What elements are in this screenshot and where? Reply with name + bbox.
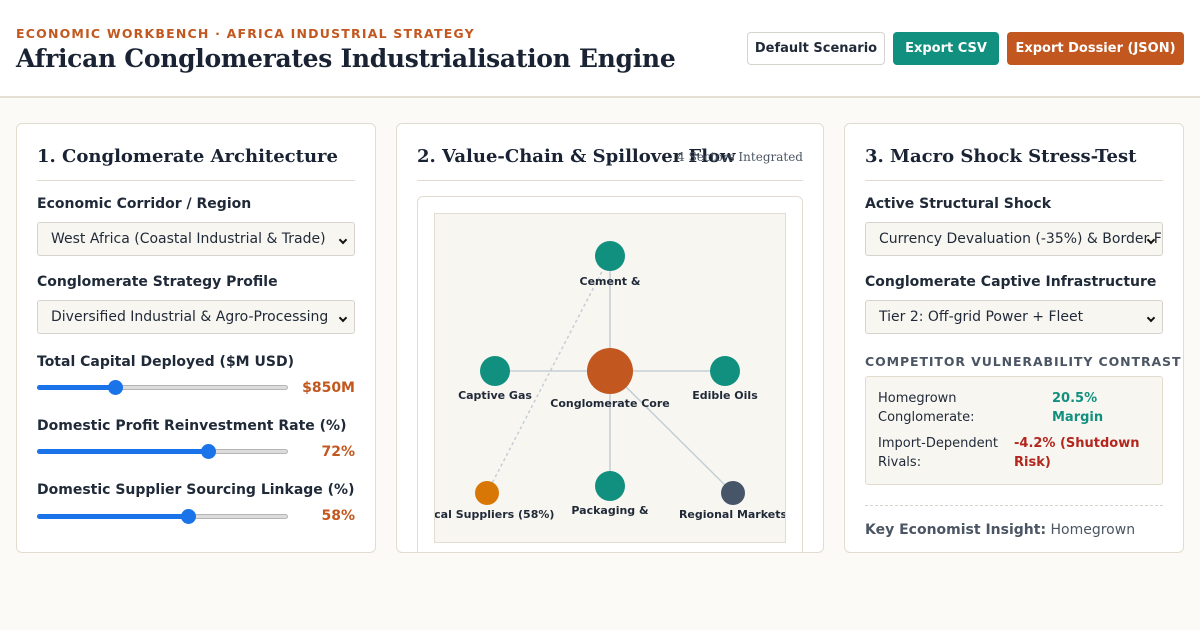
architecture-panel: 1. Conglomerate Architecture Economic Co…: [16, 123, 376, 553]
stress-panel: 3. Macro Shock Stress-Test Active Struct…: [844, 123, 1184, 553]
flow-node-label-core: Conglomerate Core: [550, 397, 670, 410]
chevron-down-icon: [1146, 313, 1156, 323]
stress-title: 3. Macro Shock Stress-Test: [865, 146, 1137, 167]
insight-text: Homegrown: [1050, 522, 1136, 538]
flow-node-core[interactable]: [587, 348, 633, 394]
flow-diagram: Conglomerate Core Cement & Captive Gas Edib…: [434, 213, 786, 543]
capital-value: $850M: [302, 380, 355, 396]
reinvestment-value: 72%: [321, 444, 355, 460]
rivals-label: Import-Dependent Rivals:: [878, 436, 998, 470]
flow-node-suppliers[interactable]: [475, 481, 499, 505]
strategy-select-value: Diversified Industrial & Agro-Processing: [51, 309, 329, 325]
strategy-label: Conglomerate Strategy Profile: [37, 274, 278, 290]
flow-node-label-cement: Cement &: [580, 275, 641, 288]
default-scenario-button[interactable]: Default Scenario: [747, 32, 885, 65]
sectors-badge: 4 Sectors Integrated: [677, 150, 803, 164]
sourcing-slider[interactable]: [37, 508, 288, 524]
flow-node-cement[interactable]: [595, 241, 625, 271]
homegrown-label: Homegrown Conglomerate:: [878, 391, 975, 425]
flow-node-packaging[interactable]: [595, 471, 625, 501]
insight-label: Key Economist Insight:: [865, 522, 1047, 538]
slider-thumb[interactable]: [180, 509, 196, 524]
flow-node-gas[interactable]: [480, 356, 510, 386]
homegrown-value: 20.5% Margin: [1052, 391, 1104, 425]
flow-diagram-frame: Conglomerate Core Cement & Captive Gas Edib…: [417, 196, 803, 552]
eyebrow-text: ECONOMIC WORKBENCH · AFRICA INDUSTRIAL S…: [16, 26, 475, 41]
shock-select[interactable]: Currency Devaluation (-35%) & Border Fr: [865, 222, 1163, 256]
flow-node-markets[interactable]: [721, 481, 745, 505]
flow-node-label-gas: Captive Gas: [458, 389, 532, 402]
flow-node-label-suppliers: Local Suppliers (58%): [435, 508, 554, 521]
export-dossier-button[interactable]: Export Dossier (JSON): [1007, 32, 1184, 65]
region-select[interactable]: West Africa (Coastal Industrial & Trade): [37, 222, 355, 256]
page-title: African Conglomerates Industrialisation …: [16, 44, 676, 73]
shock-select-value: Currency Devaluation (-35%) & Border Fr: [879, 231, 1162, 247]
app-header: ECONOMIC WORKBENCH · AFRICA INDUSTRIAL S…: [0, 0, 1200, 98]
slider-thumb[interactable]: [107, 380, 123, 395]
region-label: Economic Corridor / Region: [37, 196, 252, 212]
divider: [865, 180, 1163, 181]
contrast-title: COMPETITOR VULNERABILITY CONTRAST: [865, 354, 1182, 369]
slider-fill: [37, 449, 208, 454]
architecture-title: 1. Conglomerate Architecture: [37, 146, 338, 167]
capital-slider[interactable]: [37, 379, 288, 395]
sourcing-value: 58%: [321, 508, 355, 524]
flow-node-label-markets: Regional Markets: [679, 508, 786, 521]
slider-fill: [37, 514, 188, 519]
slider-fill: [37, 385, 115, 390]
shock-label: Active Structural Shock: [865, 196, 1052, 212]
strategy-select[interactable]: Diversified Industrial & Agro-Processing: [37, 300, 355, 334]
infra-select[interactable]: Tier 2: Off-grid Power + Fleet: [865, 300, 1163, 334]
divider: [417, 180, 803, 181]
flow-node-label-packaging: Packaging &: [571, 504, 649, 517]
region-select-value: West Africa (Coastal Industrial & Trade): [51, 231, 326, 247]
flow-node-oils[interactable]: [710, 356, 740, 386]
flow-panel: 2. Value-Chain & Spillover Flow 4 Sector…: [396, 123, 824, 553]
export-csv-button[interactable]: Export CSV: [893, 32, 999, 65]
reinvestment-label: Domestic Profit Reinvestment Rate (%): [37, 418, 347, 434]
slider-thumb[interactable]: [200, 444, 216, 459]
rivals-value: -4.2% (Shutdown Risk): [1014, 436, 1140, 470]
vulnerability-box: Homegrown Conglomerate: 20.5% Margin Imp…: [865, 376, 1163, 485]
infra-label: Conglomerate Captive Infrastructure: [865, 274, 1157, 290]
infra-select-value: Tier 2: Off-grid Power + Fleet: [879, 309, 1084, 325]
economist-insight: Key Economist Insight: Homegrown: [865, 520, 1165, 541]
divider: [37, 180, 355, 181]
dashed-divider: [865, 505, 1163, 506]
capital-label: Total Capital Deployed ($M USD): [37, 354, 294, 370]
reinvestment-slider[interactable]: [37, 443, 288, 459]
flow-svg: Conglomerate Core Cement & Captive Gas Edib…: [435, 241, 786, 521]
flow-node-label-oils: Edible Oils: [692, 389, 758, 402]
sourcing-label: Domestic Supplier Sourcing Linkage (%): [37, 482, 355, 498]
